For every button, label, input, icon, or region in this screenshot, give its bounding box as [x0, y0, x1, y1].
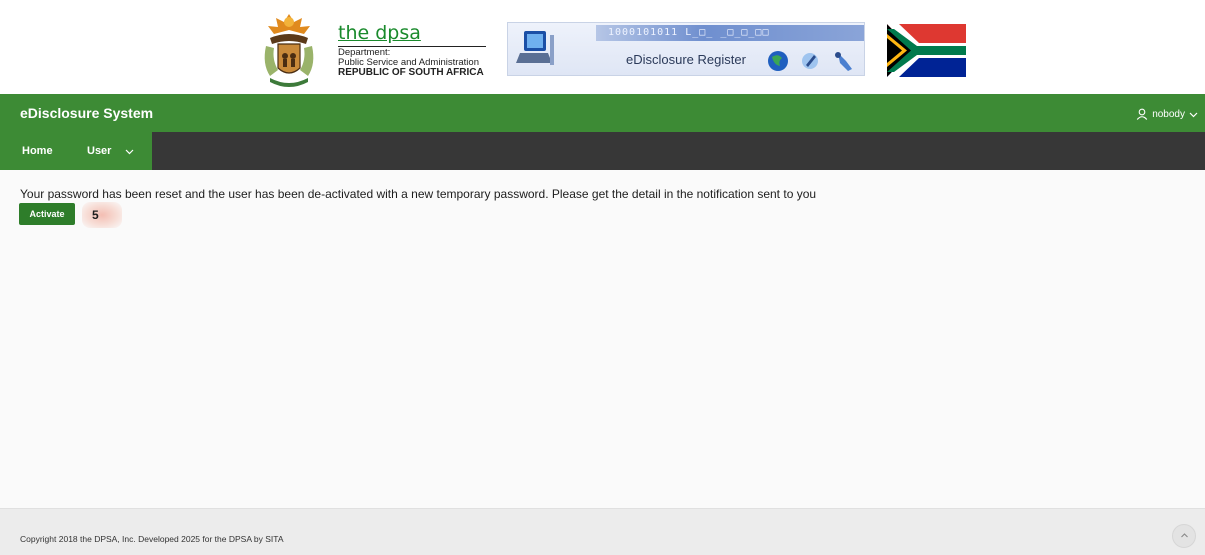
reset-message: Your password has been reset and the use…: [20, 187, 817, 201]
chevron-down-icon: [1189, 110, 1198, 119]
nav-item-user[interactable]: User: [87, 132, 134, 170]
monitor-icon: [516, 31, 554, 65]
nav-item-home[interactable]: Home: [22, 132, 53, 170]
main-nav: Home User: [0, 132, 1205, 170]
copyright-text: Copyright 2018 the DPSA, Inc. Developed …: [20, 534, 284, 544]
register-banner-image: 1000101011 L_□_ _□_□_□□ eDisclosure Regi…: [507, 22, 865, 76]
app-title[interactable]: eDisclosure System: [20, 105, 153, 121]
dpsa-title: the dpsa: [338, 22, 421, 44]
user-name: nobody: [1152, 108, 1185, 120]
register-digits: 1000101011 L_□_ _□_□_□□: [608, 27, 770, 38]
chevron-down-icon: [125, 147, 134, 156]
south-africa-flag-icon: [887, 24, 966, 77]
dpsa-country: REPUBLIC OF SOUTH AFRICA: [338, 67, 484, 78]
main-content: Your password has been reset and the use…: [0, 170, 1205, 508]
footer: Copyright 2018 the DPSA, Inc. Developed …: [0, 508, 1205, 555]
header-banner: the dpsa Department: Public Service and …: [0, 0, 1205, 94]
scroll-to-top-button[interactable]: [1172, 524, 1196, 548]
nav-item-home-label: Home: [22, 145, 53, 157]
page: the dpsa Department: Public Service and …: [0, 0, 1205, 555]
activate-button[interactable]: Activate: [19, 203, 75, 225]
count-badge: 5: [82, 202, 122, 228]
register-title: eDisclosure Register: [626, 52, 746, 67]
coat-of-arms-logo: [264, 14, 314, 87]
app-header: eDisclosure System nobody: [0, 94, 1205, 132]
dpsa-logo-text: the dpsa Department: Public Service and …: [338, 22, 488, 88]
nav-item-user-label: User: [87, 145, 112, 157]
user-icon: [1136, 108, 1148, 120]
globe-icon: [768, 51, 852, 71]
chevron-up-icon: [1180, 527, 1189, 545]
user-menu-button[interactable]: nobody: [1136, 105, 1198, 123]
